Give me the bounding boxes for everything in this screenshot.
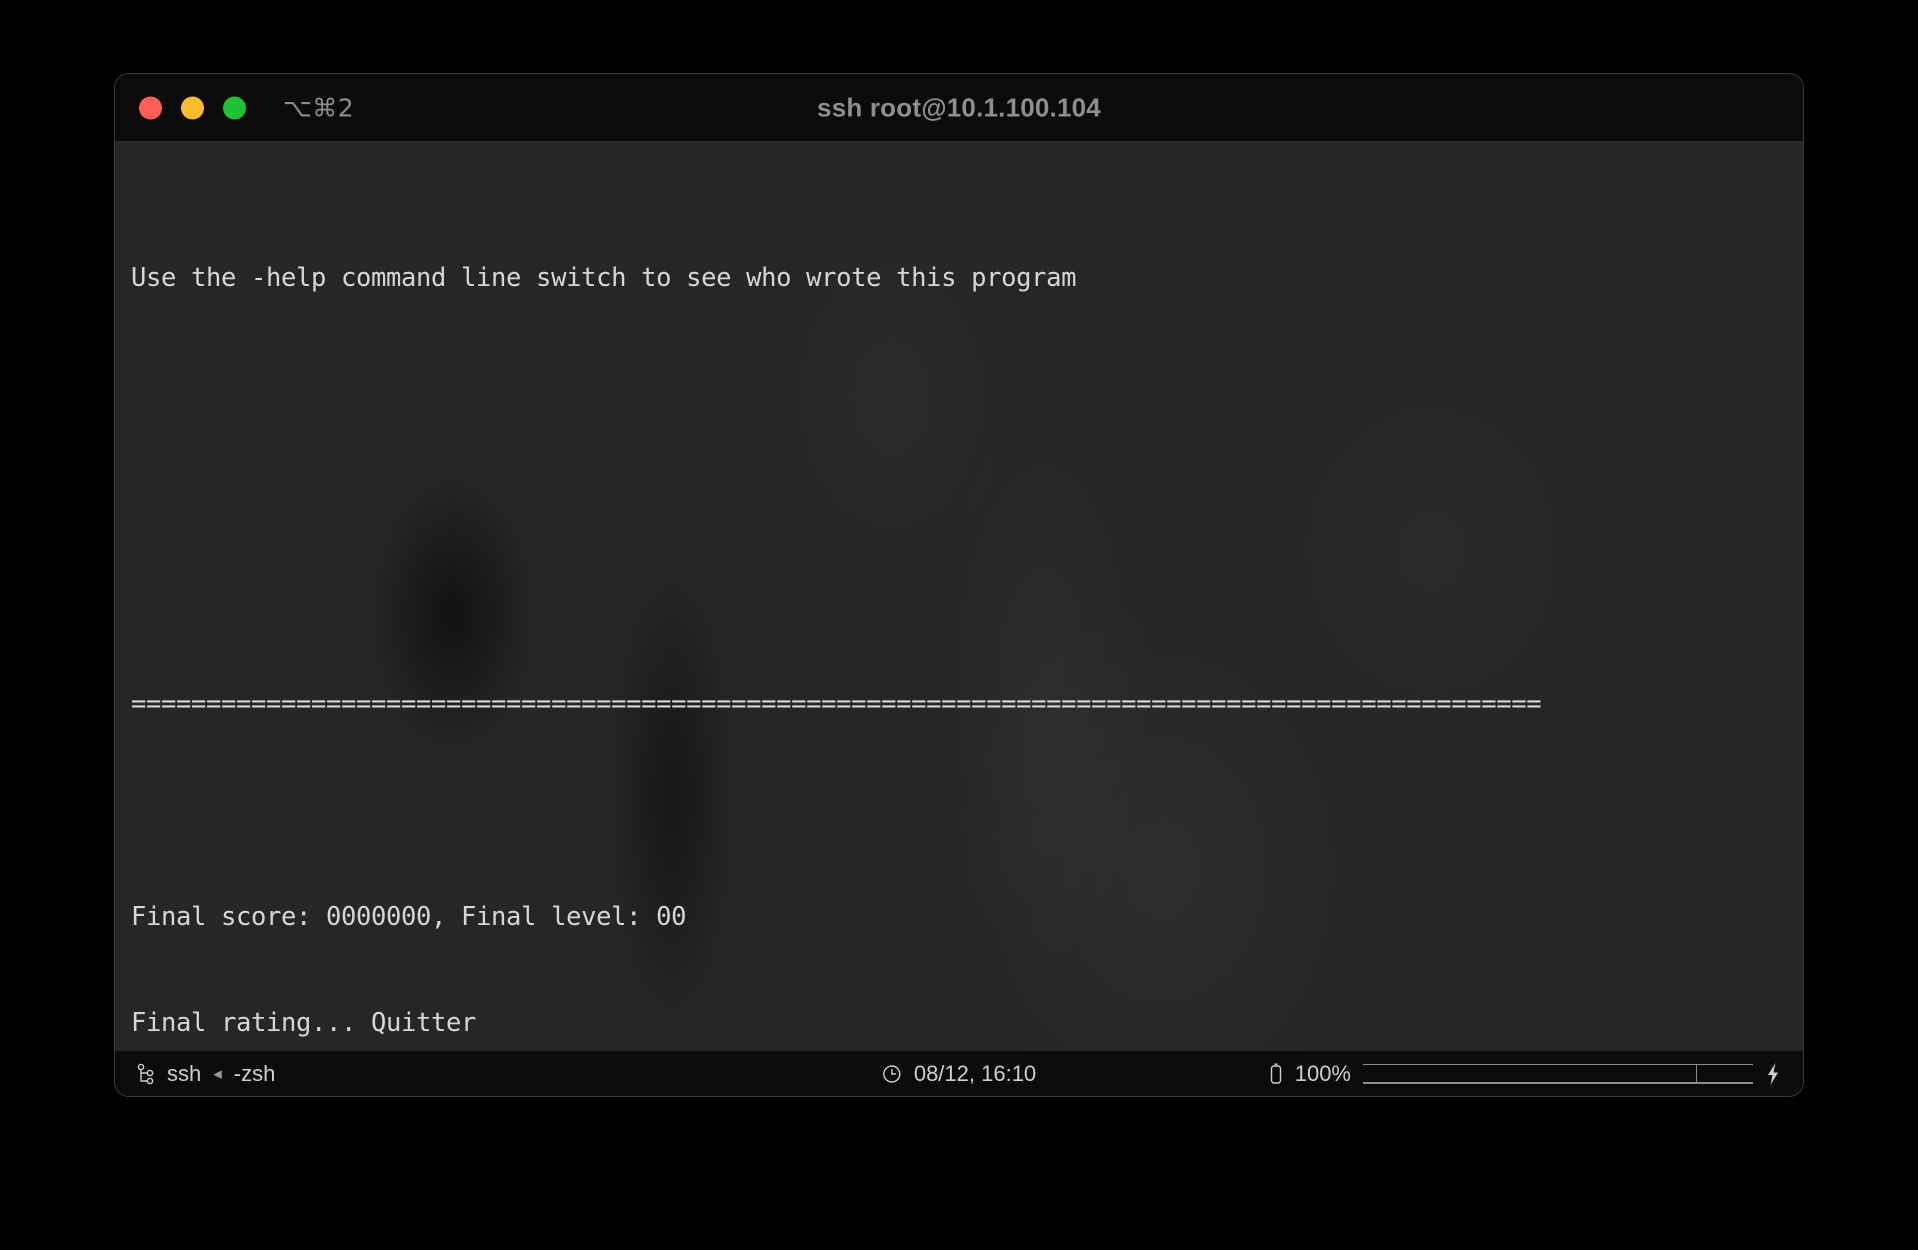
battery-meter (1363, 1063, 1753, 1085)
terminal-window: ⌥⌘2 ssh root@10.1.100.104 Use the -help … (115, 74, 1803, 1096)
status-bar-center: 08/12, 16:10 (882, 1061, 1036, 1087)
battery-percent-label: 100% (1294, 1060, 1351, 1086)
meter-bar-bottom (1363, 1082, 1753, 1084)
clock-label: 08/12, 16:10 (913, 1060, 1037, 1086)
meter-bar-top (1363, 1063, 1753, 1065)
window-title: ssh root@10.1.100.104 (817, 92, 1101, 122)
output-line-final-score: Final score: 0000000, Final level: 00 (131, 901, 687, 932)
status-bar: ssh ◂ -zsh 08/12, 16:10 100% (115, 1051, 1803, 1096)
output-line-final-rating: Final rating... Quitter (131, 1008, 477, 1038)
charging-bolt-icon (1765, 1062, 1781, 1086)
status-separator-icon: ◂ (213, 1063, 222, 1083)
output-separator-line: ========================================… (131, 688, 1542, 719)
branch-icon (137, 1063, 155, 1085)
meter-tick (1695, 1063, 1697, 1084)
battery-icon (1269, 1062, 1283, 1086)
status-bar-right: 100% (1269, 1061, 1781, 1087)
session-label[interactable]: ssh (167, 1061, 201, 1087)
terminal-viewport[interactable]: Use the -help command line switch to see… (115, 142, 1803, 1051)
clock-icon (882, 1064, 902, 1084)
output-line: Use the -help command line switch to see… (131, 262, 1077, 293)
shell-label[interactable]: -zsh (234, 1061, 276, 1087)
terminal-output: Use the -help command line switch to see… (115, 142, 1803, 1051)
window-titlebar[interactable]: ⌥⌘2 ssh root@10.1.100.104 (115, 74, 1803, 142)
status-bar-left: ssh ◂ -zsh (137, 1061, 275, 1087)
